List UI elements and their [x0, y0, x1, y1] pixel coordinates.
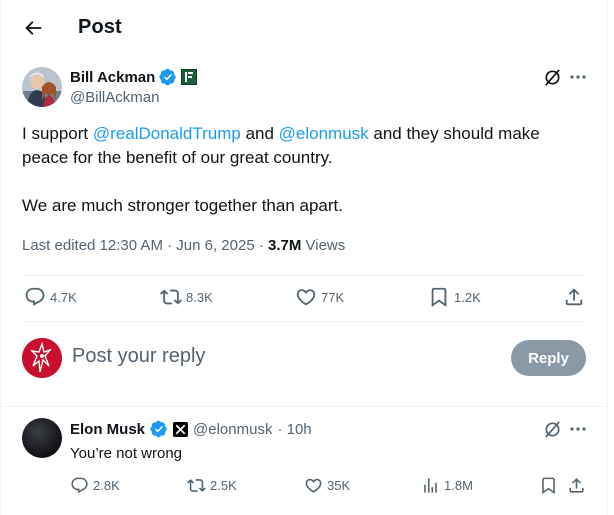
affiliate-badge-icon [181, 69, 198, 85]
reply-text: You’re not wrong [70, 445, 183, 462]
reply-author-name[interactable]: Elon Musk [70, 421, 145, 438]
reply-author-avatar[interactable] [22, 418, 62, 458]
divider [22, 321, 586, 322]
more-options-icon[interactable] [569, 420, 587, 438]
repost-action[interactable]: 8.3K [160, 286, 213, 308]
reply-input[interactable]: Post your reply [72, 345, 205, 368]
mention-link[interactable]: @elonmusk [279, 124, 369, 143]
tweet-text-paragraph: We are much stronger together than apart… [22, 196, 343, 215]
author-handle[interactable]: @BillAckman [70, 89, 159, 106]
author-name[interactable]: Bill Ackman [70, 69, 155, 86]
author-line: Bill Ackman [70, 68, 198, 86]
reply-action[interactable]: 4.7K [24, 286, 77, 308]
tweet-text-part: and [240, 124, 279, 143]
mention-link[interactable]: @realDonaldTrump [93, 124, 241, 143]
bookmark-count: 1.2K [454, 289, 481, 305]
grok-icon[interactable] [543, 420, 562, 439]
page-title: Post [78, 16, 122, 38]
like-count: 77K [321, 289, 345, 305]
verified-badge-icon [159, 68, 177, 86]
avatar[interactable] [22, 67, 62, 107]
reply-time[interactable]: · 10h [277, 421, 311, 438]
views-count: 1.8M [444, 478, 473, 493]
like-action[interactable]: 77K [295, 286, 344, 308]
reply-button[interactable]: Reply [511, 340, 586, 376]
views-label: Views [301, 237, 346, 254]
bookmark-icon [431, 287, 447, 308]
more-options-icon[interactable] [569, 68, 587, 86]
repost-icon [160, 289, 182, 305]
views-action[interactable]: 1.8M [421, 476, 473, 495]
reply-author-handle[interactable]: @elonmusk [193, 421, 272, 438]
tweet-text: I support @realDonaldTrump and @elonmusk… [22, 122, 582, 218]
divider [0, 406, 608, 407]
repost-icon [187, 479, 206, 492]
share-icon[interactable] [567, 476, 586, 495]
repost-action[interactable]: 2.5K [187, 476, 237, 495]
back-arrow-icon[interactable] [22, 17, 44, 39]
like-action[interactable]: 35K [304, 476, 350, 495]
reply-count: 2.8K [93, 478, 120, 493]
heart-icon [296, 289, 316, 306]
heart-icon [305, 478, 322, 493]
grok-icon[interactable] [543, 68, 562, 87]
tweet-meta: Last edited 12:30 AM · Jun 6, 2025 · 3.7… [22, 237, 345, 254]
tweet-text-part: I support [22, 124, 93, 143]
repost-count: 8.3K [186, 289, 213, 305]
current-user-avatar[interactable] [22, 338, 62, 378]
share-icon[interactable] [563, 286, 585, 308]
reply-author-line: Elon Musk @elonmusk · 10h [70, 420, 312, 438]
edited-timestamp[interactable]: Last edited 12:30 AM · Jun 6, 2025 · [22, 237, 268, 254]
reply-icon [71, 477, 88, 494]
reply-icon [25, 287, 45, 306]
divider [22, 275, 586, 276]
analytics-icon [424, 478, 437, 493]
x-affiliate-badge-icon [173, 421, 189, 437]
views-count: 3.7M [268, 237, 302, 254]
repost-count: 2.5K [210, 478, 237, 493]
bookmark-action[interactable]: 1.2K [428, 286, 481, 308]
reply-count: 4.7K [50, 289, 77, 305]
reply-action[interactable]: 2.8K [70, 476, 120, 495]
like-count: 35K [327, 478, 351, 493]
bookmark-icon[interactable] [539, 476, 558, 495]
verified-badge-icon [150, 420, 167, 438]
page-header: Post [0, 0, 608, 58]
